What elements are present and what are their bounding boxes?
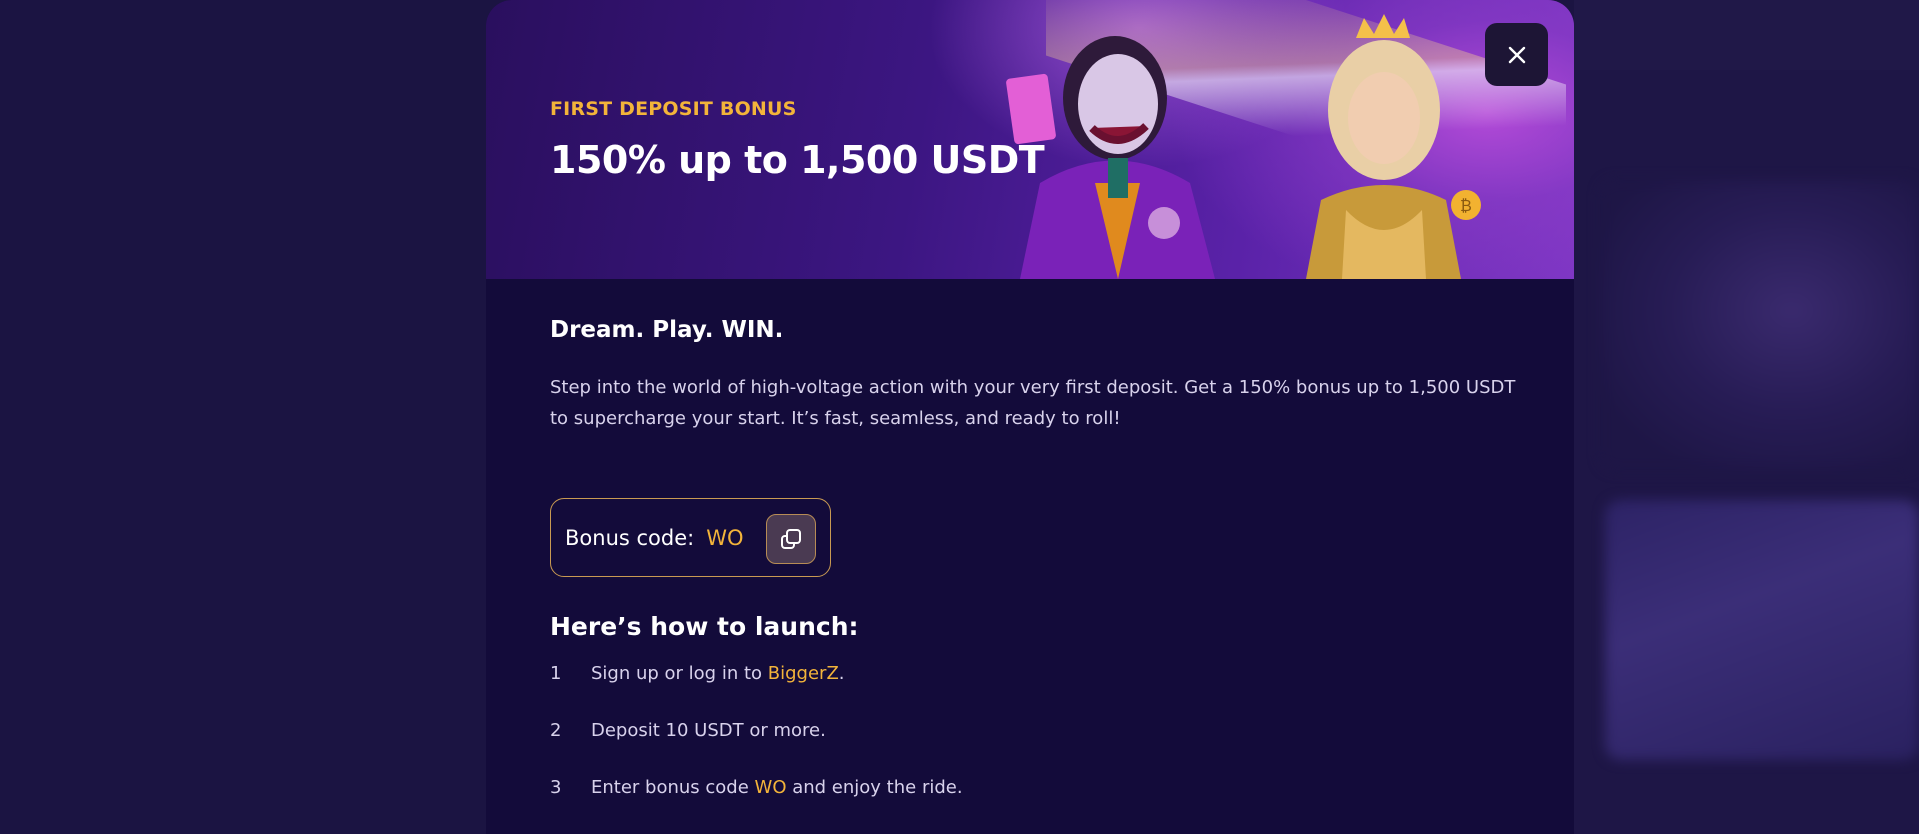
background-header <box>1574 0 1919 70</box>
copy-icon <box>781 529 801 549</box>
background-game-card <box>1605 500 1919 760</box>
bonus-modal: ₿ FIRST DEPOSIT BONUS 150% up to 1,500 U… <box>486 0 1574 834</box>
step-text: Deposit 10 USDT or more. <box>591 720 826 741</box>
step-text: Enter bonus code WO and enjoy the ride. <box>591 777 963 798</box>
banner-title: 150% up to 1,500 USDT <box>550 138 1045 182</box>
bonus-code-highlight: WO <box>754 777 787 798</box>
description: Step into the world of high-voltage acti… <box>550 377 1516 429</box>
close-button[interactable] <box>1485 23 1548 86</box>
close-icon <box>1508 46 1525 63</box>
copy-code-button[interactable] <box>766 514 816 564</box>
bonus-code-box: Bonus code: WO <box>550 498 831 577</box>
step-number: 3 <box>550 777 562 798</box>
tagline: Dream. Play. WIN. <box>550 317 784 343</box>
howto-title: Here’s how to launch: <box>550 612 859 641</box>
bonus-code-label: Bonus code: <box>565 525 695 550</box>
step-number: 1 <box>550 663 562 684</box>
step-text: Sign up or log in to BiggerZ. <box>591 663 845 684</box>
queen-illustration: ₿ <box>1306 14 1481 279</box>
bonus-code-value: WO <box>706 525 744 550</box>
step-number: 2 <box>550 720 562 741</box>
banner-kicker: FIRST DEPOSIT BONUS <box>550 98 797 120</box>
promo-banner: ₿ FIRST DEPOSIT BONUS 150% up to 1,500 U… <box>486 0 1574 279</box>
brand-link[interactable]: BiggerZ <box>768 663 839 684</box>
background-game-card <box>1600 180 1919 470</box>
svg-text:₿: ₿ <box>1460 196 1472 215</box>
